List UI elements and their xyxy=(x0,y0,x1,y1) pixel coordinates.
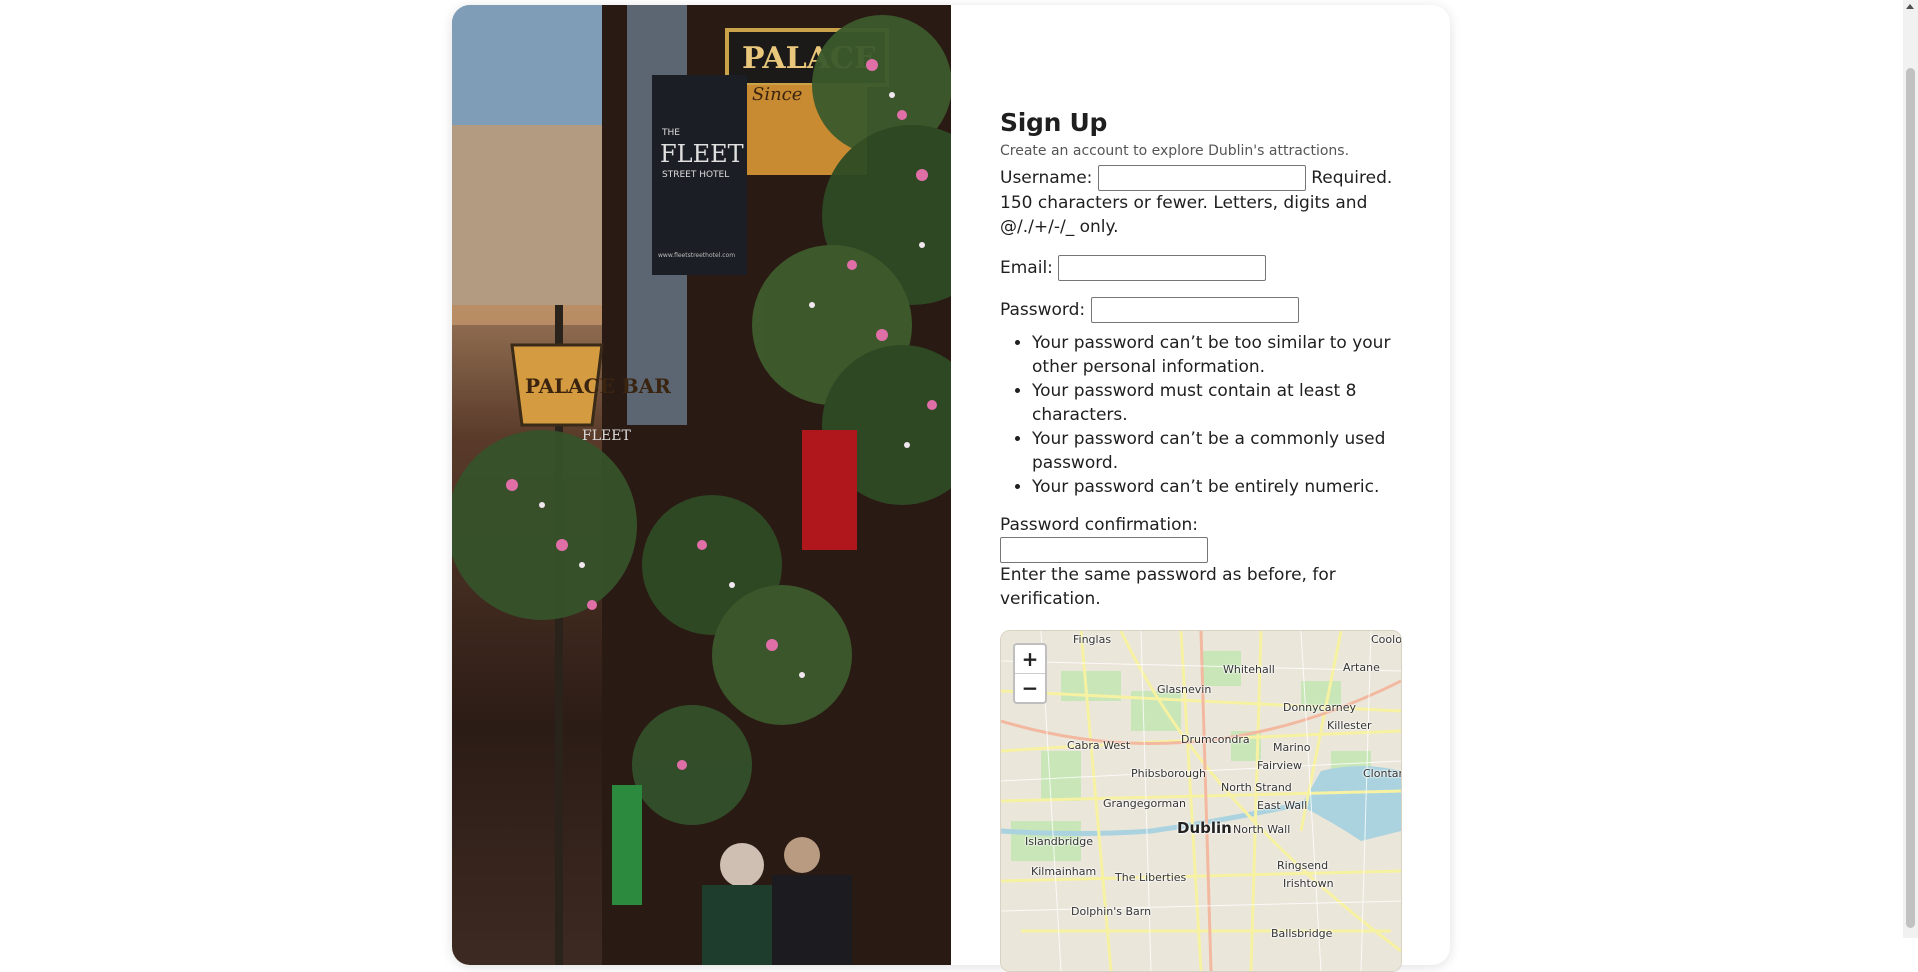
map-label: Cabra West xyxy=(1067,739,1131,752)
password-rule: Your password must contain at least 8 ch… xyxy=(1032,379,1400,427)
password-confirmation-label: Password confirmation: xyxy=(1000,515,1198,535)
password-field-row: Password: xyxy=(1000,297,1400,323)
email-input[interactable] xyxy=(1058,255,1267,281)
scroll-up-arrow-icon[interactable] xyxy=(1906,4,1914,9)
username-input[interactable] xyxy=(1097,165,1306,191)
scrollbar-thumb[interactable] xyxy=(1906,68,1915,928)
map-label: Ringsend xyxy=(1277,859,1329,872)
password-input[interactable] xyxy=(1090,297,1299,323)
dublin-map[interactable]: + − Finglas Coolock Whitehall Artane Gla… xyxy=(1000,630,1402,972)
signup-form: Sign Up Create an account to explore Dub… xyxy=(1000,105,1400,627)
lamp-sign-text: PALACE BAR xyxy=(525,374,671,398)
map-label: Drumcondra xyxy=(1181,733,1250,746)
map-label: Grangegorman xyxy=(1103,797,1186,810)
zoom-out-button[interactable]: − xyxy=(1015,673,1045,702)
password-rules-list: Your password can’t be too similar to yo… xyxy=(1000,331,1400,499)
page-subtitle: Create an account to explore Dublin's at… xyxy=(1000,143,1350,159)
map-label: Fairview xyxy=(1257,759,1302,772)
map-label: East Wall xyxy=(1257,799,1308,812)
fleet-text: FLEET xyxy=(660,140,744,168)
password-rule: Your password can’t be entirely numeric. xyxy=(1032,475,1400,499)
map-label: Clontarf xyxy=(1363,767,1401,780)
zoom-in-button[interactable]: + xyxy=(1015,645,1045,673)
password-rule: Your password can’t be too similar to yo… xyxy=(1032,331,1400,379)
since-text: Since xyxy=(752,84,802,105)
map-label: Coolock xyxy=(1371,633,1402,646)
map-label: Whitehall xyxy=(1223,663,1275,676)
map-label: Kilmainham xyxy=(1031,865,1097,878)
street-hotel-text: STREET HOTEL xyxy=(662,170,729,180)
map-label: North Wall xyxy=(1233,823,1291,836)
website-text: www.fleetstreethotel.com xyxy=(658,252,735,259)
email-field-row: Email: xyxy=(1000,255,1400,281)
password-label: Password: xyxy=(1000,300,1086,320)
map-label: Ballsbridge xyxy=(1271,927,1333,940)
password-confirmation-help-text: Enter the same password as before, for v… xyxy=(1000,565,1336,609)
map-label: Killester xyxy=(1327,719,1372,732)
map-label: Irishtown xyxy=(1283,877,1334,890)
map-label: Finglas xyxy=(1073,633,1112,646)
map-label: Dolphin's Barn xyxy=(1071,905,1152,918)
dublin-pub-photo: PALACE Since THE FLEET STREET HOTEL www.… xyxy=(452,5,951,965)
map-label: The Liberties xyxy=(1115,871,1187,884)
page-title: Sign Up xyxy=(1000,108,1108,137)
username-field-row: Username: Required. 150 characters or fe… xyxy=(1000,165,1400,239)
map-label: Donnycarney xyxy=(1283,701,1357,714)
page-scrollbar[interactable] xyxy=(1903,0,1918,938)
map-label: Phibsborough xyxy=(1131,767,1207,780)
map-label: Islandbridge xyxy=(1025,835,1094,848)
password-confirmation-field-row: Password confirmation: Enter the same pa… xyxy=(1000,513,1400,611)
map-zoom-control: + − xyxy=(1013,643,1047,704)
username-label: Username: xyxy=(1000,168,1093,188)
the-text: THE xyxy=(661,128,680,138)
fleet-small-sign: FLEET xyxy=(582,428,631,444)
map-label: Artane xyxy=(1343,661,1380,674)
password-confirmation-input[interactable] xyxy=(1000,537,1208,563)
map-label: North Strand xyxy=(1221,781,1292,794)
map-label: Marino xyxy=(1273,741,1311,754)
email-label: Email: xyxy=(1000,258,1053,278)
map-label-dublin: Dublin xyxy=(1177,819,1232,837)
password-rule: Your password can’t be a commonly used p… xyxy=(1032,427,1400,475)
map-label: Glasnevin xyxy=(1157,683,1212,696)
